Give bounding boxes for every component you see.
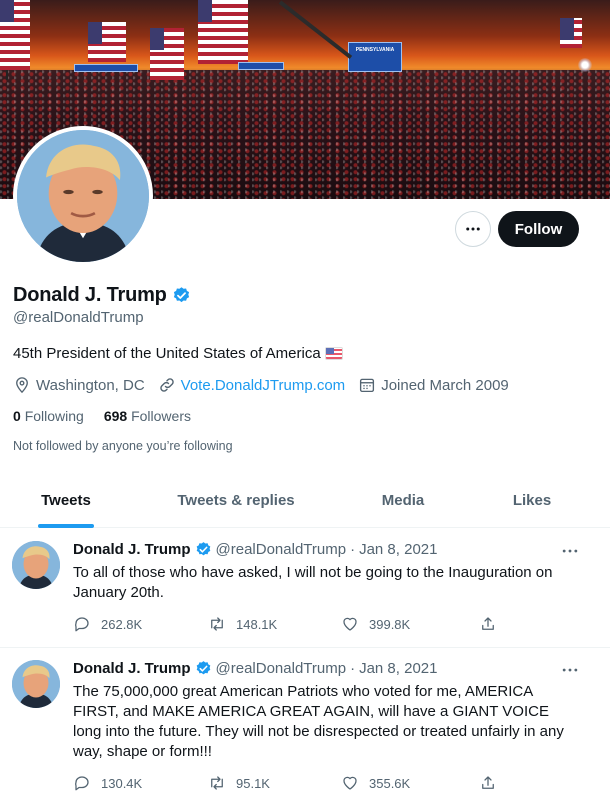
retweet-icon — [211, 617, 223, 631]
tab-likes[interactable]: Likes — [495, 473, 569, 528]
profile-bio: 45th President of the United States of A… — [13, 345, 343, 362]
retweet-count: 95.1K — [236, 775, 270, 791]
share-icon — [482, 617, 494, 630]
share-button[interactable] — [479, 774, 497, 792]
tweet-author-handle[interactable]: @realDonaldTrump — [216, 541, 347, 558]
reply-count: 130.4K — [101, 775, 143, 791]
not-followed-notice: Not followed by anyone you’re following — [13, 439, 233, 453]
like-count: 355.6K — [369, 775, 411, 791]
banner-campaign-sign: PENNSYLVANIA — [348, 42, 402, 72]
tweet-author-name[interactable]: Donald J. Trump — [73, 660, 191, 677]
link-icon — [159, 378, 174, 392]
retweet-button[interactable]: 148.1K — [208, 615, 277, 633]
profile-joined-text: Joined March 2009 — [381, 376, 509, 394]
profile-avatar[interactable] — [13, 126, 153, 266]
tweet-author-handle[interactable]: @realDonaldTrump — [216, 660, 347, 677]
tweet-item[interactable]: Donald J. Trump @realDonaldTrump · Jan 8… — [0, 529, 610, 648]
retweet-button[interactable]: 95.1K — [208, 774, 270, 792]
banner-flag — [0, 0, 30, 70]
following-label: Following — [24, 408, 84, 424]
avatar-portrait-icon — [17, 130, 149, 262]
verified-badge-icon — [196, 661, 210, 675]
tweet-text: To all of those who have asked, I will n… — [73, 564, 553, 601]
profile-follow-counts: 0 Following 698 Followers — [13, 408, 191, 424]
tweet-author-name[interactable]: Donald J. Trump — [73, 541, 191, 558]
retweet-icon — [211, 776, 223, 790]
tab-tweets[interactable]: Tweets — [0, 473, 132, 528]
tweet-header: Donald J. Trump @realDonaldTrump · Jan 8… — [73, 660, 437, 677]
heart-icon — [343, 776, 357, 790]
tweet-text: The 75,000,000 great American Patriots w… — [73, 683, 564, 760]
profile-bio-text: 45th President of the United States of A… — [13, 345, 321, 362]
verified-badge-icon[interactable] — [172, 286, 191, 305]
profile-website-link[interactable]: Vote.DonaldJTrump.com — [181, 377, 346, 394]
tweet-actions: 130.4K 95.1K 355.6K — [73, 774, 573, 794]
location-pin-icon — [16, 377, 28, 394]
reply-count: 262.8K — [101, 616, 143, 632]
tab-media-label: Media — [381, 492, 425, 509]
like-button[interactable]: 355.6K — [341, 774, 410, 792]
more-horizontal-icon — [466, 227, 480, 231]
tweet-item[interactable]: Donald J. Trump @realDonaldTrump · Jan 8… — [0, 648, 610, 797]
tweet-separator: · — [350, 541, 356, 558]
banner-flag — [150, 28, 184, 80]
profile-location: Washington, DC — [13, 376, 145, 394]
profile-display-name: Donald J. Trump — [13, 284, 167, 306]
followers-link[interactable]: 698 Followers — [104, 408, 191, 424]
following-count: 0 — [13, 408, 21, 424]
tab-tweets-label: Tweets — [41, 492, 91, 509]
profile-joined: Joined March 2009 — [358, 376, 509, 394]
us-flag-icon — [324, 347, 343, 360]
tab-likes-label: Likes — [512, 492, 552, 509]
tweet-header: Donald J. Trump @realDonaldTrump · Jan 8… — [73, 541, 437, 558]
tweet-avatar[interactable] — [12, 541, 60, 589]
avatar-portrait-icon — [12, 541, 60, 589]
retweet-count: 148.1K — [236, 616, 278, 632]
share-icon — [482, 776, 494, 789]
profile-tabs: Tweets Tweets & replies Media Likes — [0, 473, 610, 528]
profile-meta: Washington, DC Vote.DonaldJTrump.com Joi… — [13, 376, 522, 394]
tweet-date[interactable]: Jan 8, 2021 — [359, 541, 437, 558]
reply-button[interactable]: 130.4K — [73, 774, 142, 792]
banner-stage-light — [578, 58, 592, 72]
banner-flag — [560, 18, 582, 48]
like-count: 399.8K — [369, 616, 411, 632]
profile-more-button[interactable] — [455, 211, 491, 247]
tab-active-indicator — [38, 524, 94, 528]
like-button[interactable]: 399.8K — [341, 615, 410, 633]
verified-badge-icon — [196, 542, 210, 556]
tweet-avatar[interactable] — [12, 660, 60, 708]
following-link[interactable]: 0 Following — [13, 408, 84, 424]
followers-label: Followers — [131, 408, 191, 424]
banner-crane — [278, 0, 353, 59]
tweet-separator: · — [350, 660, 356, 677]
followers-count: 698 — [103, 408, 128, 424]
tweet-actions: 262.8K 148.1K 399.8K — [73, 615, 573, 635]
banner-flag — [88, 22, 126, 62]
share-button[interactable] — [479, 615, 497, 633]
banner-flag — [198, 0, 248, 64]
reply-icon — [75, 617, 89, 632]
banner-banner-strip — [238, 62, 284, 70]
heart-icon — [343, 617, 357, 631]
profile-location-text: Washington, DC — [36, 376, 145, 394]
tab-media[interactable]: Media — [360, 473, 446, 528]
profile-name-row: Donald J. Trump — [13, 284, 191, 307]
profile-handle: @realDonaldTrump — [13, 309, 144, 326]
tweet-date[interactable]: Jan 8, 2021 — [359, 660, 437, 677]
banner-banner-strip — [74, 64, 138, 72]
banner-sign-text: PENNSYLVANIA — [355, 47, 395, 53]
tab-tweets-replies[interactable]: Tweets & replies — [160, 473, 312, 528]
profile-website[interactable]: Vote.DonaldJTrump.com — [158, 376, 346, 394]
reply-button[interactable]: 262.8K — [73, 615, 142, 633]
tab-tweets-replies-label: Tweets & replies — [177, 492, 295, 509]
more-horizontal-icon[interactable] — [560, 660, 580, 680]
follow-button[interactable]: Follow — [498, 211, 579, 247]
more-horizontal-icon[interactable] — [560, 541, 580, 561]
calendar-icon — [360, 378, 375, 393]
reply-icon — [75, 776, 89, 791]
avatar-portrait-icon — [12, 660, 60, 708]
